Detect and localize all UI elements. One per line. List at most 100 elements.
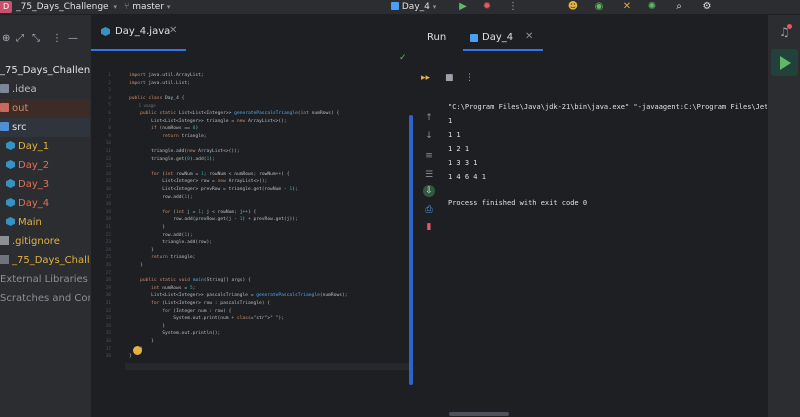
tree-item-external-libraries[interactable]: External Libraries — [0, 270, 90, 289]
line-number: 25 — [105, 255, 111, 261]
code-line: triangle.add(new ArrayList<>()); — [129, 149, 240, 154]
soft-wrap-icon[interactable]: ≡ — [423, 150, 435, 162]
java-class-icon — [101, 27, 110, 36]
run-config-name: Day_4 — [401, 2, 430, 12]
run-panel: Run Day_4 ✕ ▸▸ ■ ⋮ ↑ ↓ ≡ ☰ ⇩ ⎙ ▮ "C:\Pro… — [415, 15, 781, 417]
code-line: triangle.add(row); — [129, 240, 212, 246]
tree-item-day4[interactable]: Day_4 — [6, 194, 90, 213]
code-line: return triangle; — [151, 255, 196, 261]
tree-item-day3[interactable]: Day_3 — [6, 175, 90, 194]
lightbulb-icon[interactable] — [133, 346, 142, 355]
line-number: 24 — [105, 247, 111, 253]
notifications-icon[interactable]: ♫ — [779, 24, 792, 39]
code-line: System.out.println(); — [129, 331, 221, 337]
line-number: 14 — [105, 171, 111, 177]
users-icon[interactable]: ☻ — [566, 0, 580, 14]
record-icon[interactable]: ◉ — [592, 0, 606, 14]
tree-item-idea[interactable]: .idea — [0, 80, 90, 99]
line-number: 4 — [108, 95, 111, 101]
editor-scrollbar[interactable] — [409, 115, 413, 385]
close-icon[interactable]: ✕ — [525, 31, 533, 42]
run-config-selector[interactable]: Day_4 ▾ — [391, 0, 436, 14]
target-icon[interactable]: ⊕ — [2, 33, 10, 44]
code-line: row.add(1); — [129, 232, 193, 238]
console-output-line: 1 — [448, 117, 453, 125]
line-number: 33 — [105, 316, 111, 322]
rerun-icon[interactable]: ▸▸ — [421, 73, 430, 83]
tree-item-src[interactable]: src — [0, 118, 90, 137]
tools-icon[interactable]: ✕ — [620, 0, 634, 14]
collapse-icon[interactable]: ⤡ — [32, 33, 40, 44]
project-panel: ⊕ ⤢ ⤡ ⋮ — _75_Days_Challenge .idea out s… — [0, 15, 90, 417]
run-tab-day4[interactable]: Day_4 ✕ — [463, 15, 543, 51]
tree-item-day2[interactable]: Day_2 — [6, 156, 90, 175]
tree-item-root[interactable]: _75_Days_Challenge — [0, 61, 90, 80]
java-class-icon — [6, 198, 15, 207]
code-editor[interactable]: Day_4.java ✕ ✓ import java.util.ArrayLis… — [90, 15, 416, 417]
console-horizontal-scrollbar[interactable] — [449, 412, 509, 416]
code-line: } — [129, 225, 165, 230]
line-number: 37 — [105, 346, 111, 352]
line-number: 36 — [105, 339, 111, 344]
more-icon[interactable]: ⋮ — [52, 33, 62, 44]
code-line: public class Day_4 { — [129, 95, 185, 101]
code-line: } — [129, 263, 143, 268]
project-selector[interactable]: D _75_Days_Challenge ▾ — [0, 0, 117, 14]
run-icon[interactable]: ▶ — [456, 0, 470, 14]
close-icon[interactable]: ✕ — [169, 25, 177, 36]
more-icon[interactable]: ⋮ — [465, 73, 474, 83]
more-icon[interactable]: ⋮ — [506, 0, 520, 14]
trash-icon[interactable]: ▮ — [423, 221, 435, 233]
line-number: 21 — [105, 225, 111, 230]
line-number: 17 — [105, 194, 111, 200]
expand-icon[interactable]: ⤢ — [16, 33, 24, 44]
line-number: 12 — [105, 156, 111, 162]
code-line: import java.util.List; — [129, 80, 190, 86]
project-toolbar: ⊕ ⤢ ⤡ ⋮ — — [0, 33, 90, 47]
react-icon[interactable]: ✺ — [645, 0, 659, 14]
run-tool-window-button[interactable] — [771, 49, 798, 76]
line-number: 35 — [105, 331, 111, 337]
folder-icon — [0, 84, 9, 93]
scroll-to-end-icon[interactable]: ⇩ — [423, 185, 435, 197]
line-number: 26 — [105, 263, 111, 268]
code-line: for (List<Integer> row : pascalsTriangle… — [151, 301, 271, 306]
tree-item-day1[interactable]: Day_1 — [6, 137, 90, 156]
java-class-icon — [6, 141, 15, 150]
run-tabs: Run Day_4 ✕ — [415, 15, 766, 51]
line-number: 10 — [105, 141, 111, 147]
code-line: public static List<List<Integer>> genera… — [140, 111, 340, 116]
tree-item-gitignore[interactable]: .gitignore — [0, 232, 90, 251]
arrow-up-icon[interactable]: ↑ — [423, 112, 435, 124]
line-number: 6 — [108, 111, 111, 116]
tree-item-out[interactable]: out — [0, 99, 90, 118]
tree-item-scratches[interactable]: Scratches and Consol — [0, 289, 90, 308]
line-number: 29 — [105, 285, 111, 291]
code-line: } — [129, 354, 132, 360]
stop-icon[interactable]: ■ — [445, 73, 454, 83]
console-output-line: 1 1 — [448, 131, 461, 139]
editor-tab-day4[interactable]: Day_4.java ✕ — [91, 15, 186, 51]
console-output-line: 1 3 3 1 — [448, 159, 478, 167]
java-class-icon — [6, 179, 15, 188]
line-number: 5 — [108, 103, 111, 109]
line-number: 7 — [108, 118, 111, 124]
debug-icon[interactable]: ✹ — [480, 0, 494, 14]
arrow-down-icon[interactable]: ↓ — [423, 130, 435, 142]
code-line: for (int j = 1; j < rowNum; j++) { — [162, 209, 257, 215]
code-line: return triangle; — [162, 133, 207, 139]
branch-icon: ⑂ — [124, 2, 130, 12]
search-icon[interactable]: ⌕ — [672, 0, 686, 14]
print-icon[interactable]: ⎙ — [423, 204, 435, 216]
tree-item-main[interactable]: Main — [6, 213, 90, 232]
minimize-icon[interactable]: — — [68, 33, 78, 44]
tree-item-label: Scratches and Consol — [0, 293, 90, 304]
tree-item-iml[interactable]: _75_Days_Challeng — [0, 251, 90, 270]
gear-icon[interactable]: ⚙ — [700, 0, 714, 14]
branch-selector[interactable]: ⑂ master ▾ — [124, 0, 170, 14]
filter-icon[interactable]: ☰ — [423, 169, 435, 181]
line-number: 32 — [105, 308, 111, 314]
line-number: 30 — [105, 293, 111, 299]
console-command: "C:\Program Files\Java\jdk-21\bin\java.e… — [448, 103, 781, 111]
code-line: } — [129, 247, 154, 253]
